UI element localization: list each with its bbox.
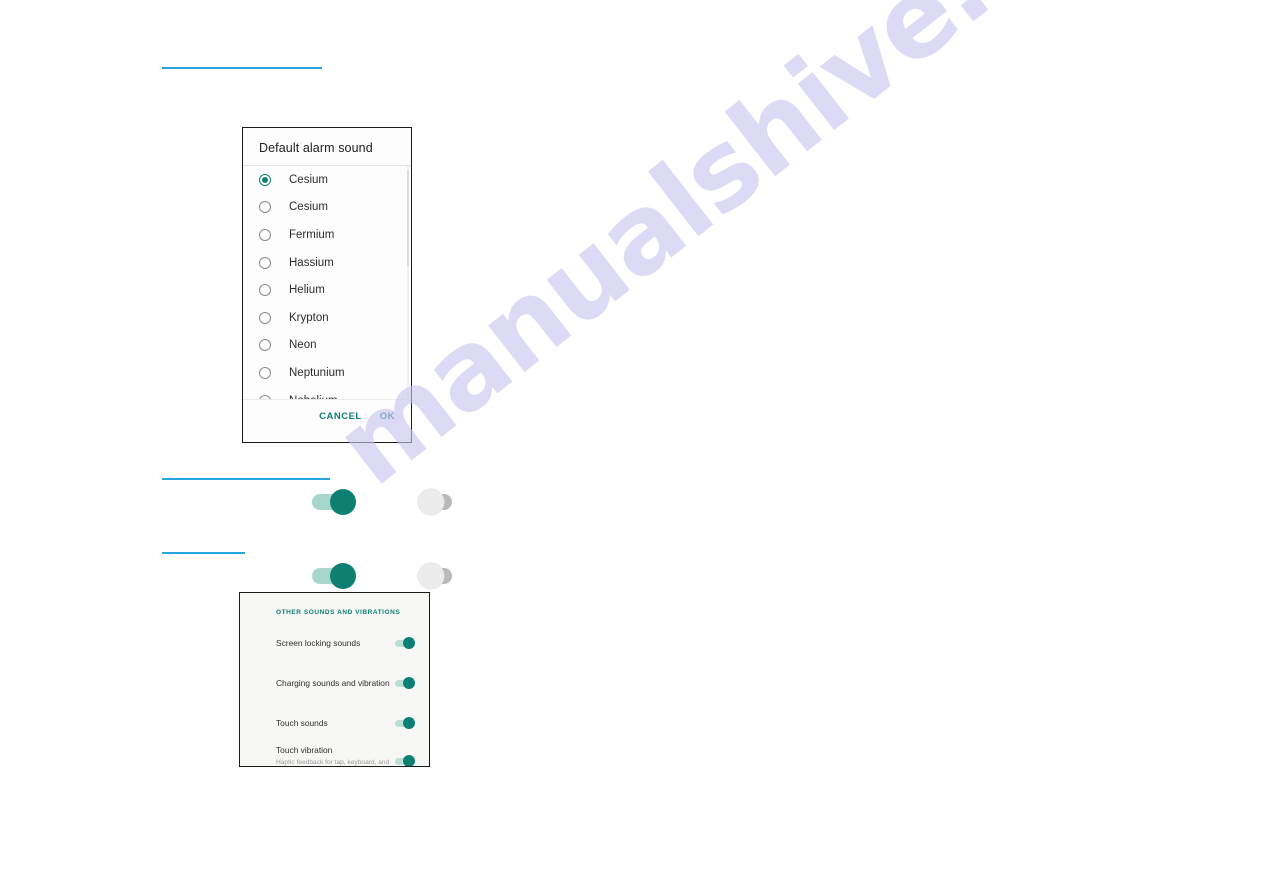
toggle-switch-charging-sounds-and-vibration[interactable] [395, 677, 415, 689]
radio-button-icon[interactable] [259, 284, 271, 297]
alarm-option-row[interactable]: Cesium [243, 166, 411, 194]
toggle-knob-icon [418, 563, 444, 589]
toggle-switch-touch-vibration[interactable] [395, 755, 415, 766]
radio-button-icon[interactable] [259, 366, 271, 379]
alarm-option-row[interactable]: Neptunium [243, 359, 411, 387]
toggle-switch-off-upper[interactable] [418, 489, 462, 515]
ok-button[interactable]: OK [380, 411, 395, 422]
setting-row-touch-vibration[interactable]: Touch vibration Haptic feedback for tap,… [240, 744, 429, 766]
toggle-switch-screen-locking-sounds[interactable] [395, 637, 415, 649]
radio-button-icon[interactable] [259, 339, 271, 352]
alarm-option-row[interactable]: Cesium [243, 194, 411, 222]
radio-button-icon[interactable] [259, 394, 271, 399]
setting-row-charging-sounds-and-vibration[interactable]: Charging sounds and vibration [240, 666, 429, 700]
toggle-knob-icon [403, 677, 415, 689]
toggle-switch-touch-sounds[interactable] [395, 717, 415, 729]
setting-row-text: Touch vibration Haptic feedback for tap,… [276, 745, 391, 766]
setting-row-text: Touch sounds [276, 718, 328, 729]
alarm-option-row[interactable]: Neon [243, 332, 411, 360]
watermark-text: manualshive.com [313, 0, 1205, 510]
dialog-action-bar: CANCEL OK [243, 400, 411, 432]
dialog-title: Default alarm sound [259, 141, 373, 155]
alarm-option-label: Helium [289, 284, 325, 297]
toggle-switch-on-lower[interactable] [312, 563, 356, 589]
setting-subtitle: Haptic feedback for tap, keyboard, and m… [276, 758, 390, 766]
cancel-button[interactable]: CANCEL [319, 411, 362, 422]
setting-title: Screen locking sounds [276, 637, 361, 648]
default-alarm-sound-dialog: Default alarm sound Cesium Cesium Fermiu… [242, 127, 412, 443]
alarm-option-label: Hassium [289, 256, 334, 269]
alarm-option-label: Krypton [289, 311, 329, 324]
alarm-option-label: Cesium [289, 201, 328, 214]
alarm-option-row[interactable]: Nobelium [243, 387, 411, 399]
alarm-sound-option-list[interactable]: Cesium Cesium Fermium Hassium Helium Kry… [243, 166, 411, 399]
setting-title: Charging sounds and vibration [276, 677, 390, 688]
section-rule-top [162, 67, 322, 69]
page-watermark: manualshive.com [0, 0, 1263, 893]
toggle-knob-icon [330, 563, 356, 589]
radio-button-icon[interactable] [259, 311, 271, 324]
alarm-option-row[interactable]: Fermium [243, 221, 411, 249]
toggle-switch-on-upper[interactable] [312, 489, 356, 515]
alarm-option-row[interactable]: Krypton [243, 304, 411, 332]
alarm-option-row[interactable]: Hassium [243, 249, 411, 277]
section-header: OTHER SOUNDS AND VIBRATIONS [276, 609, 401, 616]
toggle-knob-icon [330, 489, 356, 515]
toggle-switch-off-lower[interactable] [418, 563, 462, 589]
setting-row-screen-locking-sounds[interactable]: Screen locking sounds [240, 626, 429, 660]
radio-button-icon[interactable] [259, 228, 271, 241]
alarm-option-label: Cesium [289, 173, 328, 186]
setting-row-touch-sounds[interactable]: Touch sounds [240, 706, 429, 740]
alarm-option-label: Neon [289, 339, 317, 352]
alarm-option-label: Neptunium [289, 366, 345, 379]
setting-title: Touch vibration [276, 745, 333, 756]
setting-row-text: Screen locking sounds [276, 638, 360, 649]
alarm-option-label: Fermium [289, 228, 335, 241]
toggle-knob-icon [403, 755, 415, 766]
section-rule-middle [162, 478, 330, 480]
toggle-knob-icon [403, 717, 415, 729]
radio-button-icon[interactable] [259, 201, 271, 214]
setting-title: Touch sounds [276, 717, 328, 728]
alarm-option-label: Nobelium [289, 395, 338, 399]
section-rule-lower [162, 552, 245, 554]
dialog-scrollbar-thumb[interactable] [407, 170, 409, 266]
alarm-option-row[interactable]: Helium [243, 276, 411, 304]
radio-button-icon[interactable] [259, 256, 271, 269]
other-sounds-and-vibrations-panel: OTHER SOUNDS AND VIBRATIONS Screen locki… [239, 592, 430, 767]
toggle-knob-icon [403, 637, 415, 649]
setting-row-text: Charging sounds and vibration [276, 678, 390, 689]
toggle-knob-icon [418, 489, 444, 515]
radio-button-icon[interactable] [259, 173, 271, 186]
